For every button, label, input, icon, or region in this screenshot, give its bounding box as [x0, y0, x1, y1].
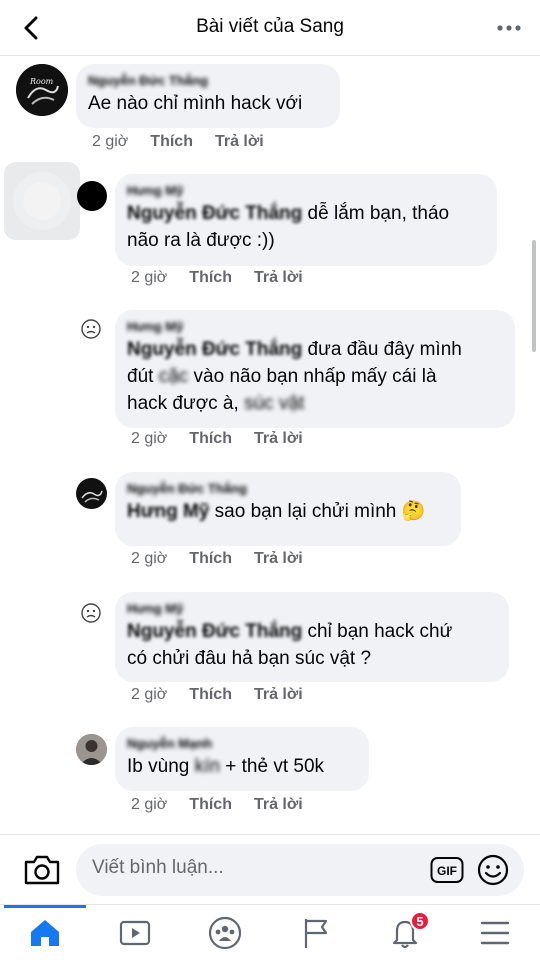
comment-text: Nguyễn Đức Thắng chỉ bạn hack chứ [127, 621, 453, 642]
comment-actions: 2 giờ Thích Trả lời [131, 430, 303, 448]
comment-time: 2 giờ [131, 796, 168, 813]
top-bar: Bài viết của Sang [0, 0, 540, 56]
tab-menu[interactable] [450, 905, 540, 960]
gif-icon: GIF [430, 857, 464, 883]
comment-time: 2 giờ [131, 550, 168, 567]
comment-time: 2 giờ [131, 686, 168, 703]
avatar[interactable] [77, 181, 107, 211]
avatar-placeholder [4, 162, 80, 240]
more-options-button[interactable] [494, 14, 524, 42]
comment-input-placeholder[interactable]: Viết bình luận... [92, 857, 224, 879]
groups-icon [208, 916, 242, 950]
comment-text: Nguyễn Đức Thắng đưa đầu đây mình [127, 339, 462, 360]
comment-author[interactable]: Hưng Mỹ [127, 600, 497, 618]
like-button[interactable]: Thích [189, 269, 232, 287]
like-button[interactable]: Thích [189, 796, 232, 814]
comment-time: 2 giờ [131, 269, 168, 286]
comment-text-line: não ra là được :)) [127, 230, 275, 251]
emoji-avatar-icon [81, 319, 101, 339]
comment-author[interactable]: Nguyễn Đức Thắng [127, 480, 449, 498]
gif-label: GIF [437, 864, 457, 878]
comment-bubble: Hưng Mỹ Nguyễn Đức Thắng đưa đầu đây mìn… [115, 310, 515, 428]
tab-groups[interactable] [180, 905, 270, 960]
reply-button[interactable]: Trả lời [215, 133, 264, 151]
reply-button[interactable]: Trả lời [254, 550, 303, 568]
avatar[interactable] [80, 602, 102, 624]
avatar-photo-icon [76, 734, 107, 765]
comment-actions: 2 giờ Thích Trả lời [131, 550, 303, 568]
comment-text-line: có chửi đâu hả bạn súc vật ? [127, 648, 372, 669]
comment-bubble: Nguyễn Đức Thắng Hưng Mỹ sao bạn lại chử… [115, 472, 461, 546]
bottom-tab-bar: 5 [0, 904, 540, 960]
camera-icon [24, 855, 60, 885]
comment-author[interactable]: Nguyễn Mạnh [127, 735, 357, 753]
comment-text-line: đút cặc vào não bạn nhấp mấy cái là [127, 366, 437, 387]
comment-actions: 2 giờ Thích Trả lời [92, 133, 264, 151]
comment-bubble: Hưng Mỹ Nguyễn Đức Thắng chỉ bạn hack ch… [115, 592, 509, 682]
reply-button[interactable]: Trả lời [254, 430, 303, 448]
mention-tag[interactable]: Nguyễn Đức Thắng [127, 621, 302, 642]
video-icon [119, 920, 151, 946]
comment-actions: 2 giờ Thích Trả lời [131, 686, 303, 704]
comment-author[interactable]: Nguyễn Đức Thắng [88, 72, 328, 90]
like-button[interactable]: Thích [189, 430, 232, 448]
camera-button[interactable] [22, 853, 62, 887]
avatar-logo-icon: Room [16, 64, 68, 116]
like-button[interactable]: Thích [150, 133, 193, 151]
comment-bubble: Nguyễn Mạnh Ib vùng kín + thẻ vt 50k [115, 727, 369, 791]
menu-icon [480, 921, 510, 945]
comment-time: 2 giờ [131, 430, 168, 447]
avatar-logo-icon [81, 490, 103, 503]
comment-author[interactable]: Hưng Mỹ [127, 182, 485, 200]
emoji-avatar-icon [81, 603, 101, 623]
like-button[interactable]: Thích [189, 686, 232, 704]
reply-button[interactable]: Trả lời [254, 269, 303, 287]
smiley-icon [477, 854, 509, 886]
comment-time: 2 giờ [92, 133, 129, 150]
comment-actions: 2 giờ Thích Trả lời [131, 269, 303, 287]
comment-text: Nguyễn Đức Thắng dễ lắm bạn, tháo [127, 203, 450, 224]
avatar[interactable] [80, 318, 102, 340]
tab-video[interactable] [90, 905, 180, 960]
comment-bubble: Hưng Mỹ Nguyễn Đức Thắng dễ lắm bạn, thá… [115, 174, 497, 266]
tab-home[interactable] [0, 905, 90, 960]
comment-text: Ib vùng kín + thẻ vt 50k [127, 756, 325, 777]
tab-pages[interactable] [270, 905, 360, 960]
more-horizontal-icon [497, 25, 521, 31]
reply-button[interactable]: Trả lời [254, 796, 303, 814]
avatar[interactable] [76, 734, 107, 765]
comment-composer: Viết bình luận... GIF [0, 834, 540, 904]
avatar[interactable] [76, 478, 107, 509]
avatar[interactable]: Room [16, 64, 68, 116]
pages-flag-icon [304, 919, 328, 948]
comment-actions: 2 giờ Thích Trả lời [131, 796, 303, 814]
comment-text: Hưng Mỹ sao bạn lại chửi mình 🤔 [127, 501, 426, 522]
home-icon [31, 920, 59, 946]
gif-button[interactable]: GIF [430, 855, 464, 885]
mention-tag[interactable]: Hưng Mỹ [127, 501, 209, 522]
reply-button[interactable]: Trả lời [254, 686, 303, 704]
comment-text: Ae nào chỉ mình hack với [88, 93, 303, 114]
emoji-button[interactable] [476, 853, 510, 887]
comment-author[interactable]: Hưng Mỹ [127, 318, 503, 336]
like-button[interactable]: Thích [189, 550, 232, 568]
mention-tag[interactable]: Nguyễn Đức Thắng [127, 203, 302, 224]
notifications-badge: 5 [410, 911, 430, 931]
mention-tag[interactable]: Nguyễn Đức Thắng [127, 339, 302, 360]
page-title: Bài viết của Sang [196, 16, 344, 37]
comment-bubble: Nguyễn Đức Thắng Ae nào chỉ mình hack vớ… [76, 64, 340, 128]
comment-text-line: hack được à, súc vật [127, 393, 305, 414]
scrollbar[interactable] [532, 240, 536, 352]
tab-notifications[interactable]: 5 [360, 905, 450, 960]
svg-text:Room: Room [29, 77, 54, 86]
